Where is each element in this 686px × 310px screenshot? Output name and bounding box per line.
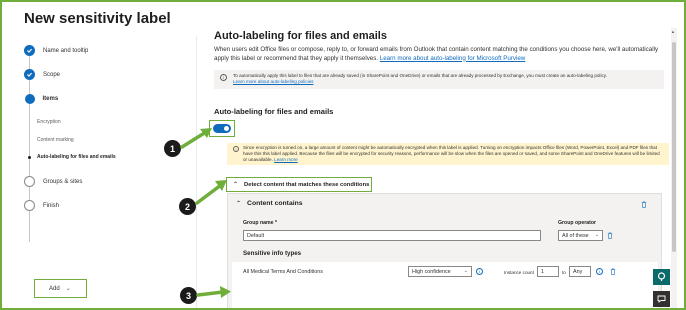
section-heading: Auto-labeling for files and emails [214,30,387,42]
chat-icon [657,295,666,303]
callout-badge-2: 2 [179,198,196,215]
delete-row-icon[interactable] [610,268,616,275]
instance-count-max-input[interactable]: Any [569,266,591,277]
wizard-step-label: Items [42,96,59,102]
scroll-up-icon[interactable]: ▲ [671,29,675,34]
help-icon [657,272,666,281]
pending-step-icon [24,176,35,187]
warning-learn-more-link[interactable]: Learn more [274,157,298,162]
wizard-step-name-tooltip[interactable]: Name and tooltip [24,45,88,56]
current-substep-indicator [28,156,31,159]
instance-count-label: Instance count [504,270,534,275]
group-name-input[interactable]: Default [243,230,541,241]
wizard-step-label: Name and tooltip [43,47,89,54]
check-icon [24,45,35,56]
callout-badge-1: 1 [164,140,181,157]
wizard-step-groups-sites[interactable]: Groups & sites [24,176,82,187]
content-contains-header[interactable]: ⌃ Content contains [236,200,303,207]
learn-more-link[interactable]: Learn more about auto-labeling for Micro… [380,55,525,62]
confidence-level-select[interactable]: High confidence ⌄ [408,266,472,277]
sensitive-info-type-name: All Medical Terms And Conditions [243,269,323,275]
pending-step-icon [24,200,35,211]
chevron-down-icon: ⌄ [594,232,599,238]
info-icon[interactable]: i [476,268,483,275]
encryption-warning-bar: ! Since encryption is turned on, a large… [227,143,669,165]
wizard-substep-encryption[interactable]: Encryption [37,119,61,125]
auto-labeling-toggle[interactable] [213,124,231,133]
window-frame: New sensitivity label Name and tooltip S… [0,0,686,310]
wizard-step-label: Scope [43,71,61,78]
info-icon: i [220,74,227,81]
wizard-step-scope[interactable]: Scope [24,69,60,80]
callout-arrow-1 [180,128,212,149]
wizard-progress-line [29,52,30,242]
chevron-down-icon: ⌄ [463,268,468,274]
instance-count-min-input[interactable]: 1 [537,266,559,277]
check-icon [24,69,35,80]
sensitive-info-type-row: All Medical Terms And Conditions High co… [232,262,658,308]
wizard-nav: Name and tooltip Scope Items Encryption … [2,36,197,308]
wizard-step-label: Groups & sites [43,178,83,185]
info-icon[interactable]: i [596,268,603,275]
current-step-icon [24,94,35,104]
chevron-up-icon: ⌃ [236,201,242,207]
detect-content-toggle[interactable]: ⌃ Detect content that matches these cond… [226,177,372,192]
callout-arrow-2 [195,180,227,205]
callout-arrow-3 [196,286,231,298]
auto-labeling-policies-link[interactable]: Learn more about auto-labeling policies [233,79,313,84]
wizard-substep-auto-labeling[interactable]: Auto-labeling for files and emails [37,154,116,160]
delete-icon[interactable] [641,201,647,208]
help-assistant-button[interactable] [653,269,670,285]
sensitive-info-types-heading: Sensitive info types [243,250,302,257]
warning-icon: ! [233,146,239,152]
group-operator-label: Group operator [558,220,597,226]
chevron-up-icon: ⌃ [233,182,239,188]
auto-labeling-heading: Auto-labeling for files and emails [214,107,334,116]
page-title: New sensitivity label [24,10,171,27]
instance-to-label: to [562,270,566,275]
main-content: Auto-labeling for files and emails When … [199,26,671,308]
group-name-label: Group name * [243,220,278,226]
delete-group-icon[interactable] [607,232,613,239]
add-condition-button[interactable]: Add ⌄ [34,279,87,298]
group-operator-select[interactable]: All of these ⌄ [558,230,603,241]
wizard-step-items[interactable]: Items [24,94,58,104]
content-contains-panel: ⌃ Content contains Group name * Default … [227,193,662,308]
info-message-bar: i To automatically apply this label to f… [214,70,664,89]
scrollbar-thumb[interactable] [672,42,676,252]
wizard-step-label: Finish [43,202,60,209]
chevron-down-icon: ⌄ [65,286,71,292]
callout-badge-3: 3 [180,287,197,304]
wizard-step-finish[interactable]: Finish [24,200,59,211]
section-description: When users edit Office files or compose,… [214,46,659,62]
wizard-substep-content-marking[interactable]: Content marking [37,137,74,143]
feedback-button[interactable] [653,291,670,307]
